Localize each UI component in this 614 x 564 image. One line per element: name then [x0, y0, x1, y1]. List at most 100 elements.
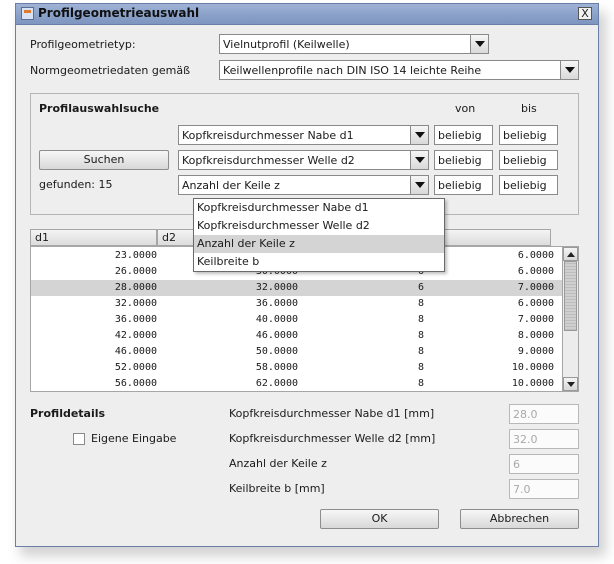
close-button[interactable]: X: [578, 7, 592, 20]
dropdown-option[interactable]: Kopfkreisdurchmesser Nabe d1: [194, 199, 444, 217]
criterion-von-3[interactable]: beliebig: [434, 175, 493, 195]
profile-type-select[interactable]: Vielnutprofil (Keilwelle): [219, 34, 489, 54]
scroll-up-icon[interactable]: [563, 247, 578, 261]
table-cell-d2: 32.0000: [255, 282, 298, 293]
criterion-value-3: Anzahl der Keile z: [182, 179, 280, 192]
table-cell-b: 6.0000: [517, 250, 554, 261]
table-row[interactable]: 28.0000 32.0000 6 7.0000: [31, 280, 562, 296]
search-button[interactable]: Suchen: [39, 150, 169, 170]
dropdown-option[interactable]: Keilbreite b: [194, 253, 444, 271]
table-cell-d2: 62.0000: [255, 378, 298, 389]
table-row[interactable]: 42.0000 46.0000 8 8.0000: [31, 328, 562, 344]
chevron-down-icon[interactable]: [410, 126, 428, 144]
table-cell-b: 7.0000: [517, 314, 554, 325]
norm-value: Keilwellenprofile nach DIN ISO 14 leicht…: [223, 64, 482, 77]
table-cell-d1: 46.0000: [114, 346, 157, 357]
chevron-down-icon[interactable]: [560, 61, 578, 79]
criterion-von-2[interactable]: beliebig: [434, 150, 493, 170]
table-cell-z: 8: [417, 330, 424, 341]
norm-select[interactable]: Keilwellenprofile nach DIN ISO 14 leicht…: [219, 60, 579, 80]
profile-type-value: Vielnutprofil (Keilwelle): [223, 38, 350, 51]
criterion-bis-value-3: beliebig: [503, 179, 547, 192]
table-cell-d2: 46.0000: [255, 330, 298, 341]
chevron-down-icon[interactable]: [470, 35, 488, 53]
dropdown-option[interactable]: Kopfkreisdurchmesser Welle d2: [194, 217, 444, 235]
detail-field-z: 6: [509, 454, 579, 474]
criterion-select-1[interactable]: Kopfkreisdurchmesser Nabe d1: [178, 125, 429, 145]
detail-value-b: 7.0: [513, 483, 531, 496]
table-cell-d1: 28.0000: [114, 282, 157, 293]
ok-button[interactable]: OK: [320, 509, 439, 529]
table-cell-d1: 32.0000: [114, 298, 157, 309]
table-row[interactable]: 36.0000 40.0000 8 7.0000: [31, 312, 562, 328]
criterion-von-value-3: beliebig: [438, 179, 482, 192]
table-row[interactable]: 46.0000 50.0000 8 9.0000: [31, 344, 562, 360]
detail-value-z: 6: [513, 458, 520, 471]
criterion-select-3[interactable]: Anzahl der Keile z: [178, 175, 429, 195]
table-cell-b: 7.0000: [517, 282, 554, 293]
criterion-bis-1[interactable]: beliebig: [499, 125, 558, 145]
scroll-thumb[interactable]: [564, 261, 577, 331]
criterion-bis-3[interactable]: beliebig: [499, 175, 558, 195]
table-cell-d2: 50.0000: [255, 346, 298, 357]
criterion-value-1: Kopfkreisdurchmesser Nabe d1: [182, 129, 354, 142]
table-cell-b: 6.0000: [517, 266, 554, 277]
dropdown-option-selected[interactable]: Anzahl der Keile z: [194, 235, 444, 253]
window-title: Profilgeometrieauswahl: [38, 6, 200, 20]
dialog-window: Profilgeometrieauswahl X Profilgeometrie…: [15, 3, 599, 547]
custom-input-label: Eigene Eingabe: [91, 432, 177, 445]
table-cell-d2: 36.0000: [255, 298, 298, 309]
criterion-von-value-1: beliebig: [438, 129, 482, 142]
detail-value-d1: 28.0: [513, 408, 538, 421]
title-bar[interactable]: Profilgeometrieauswahl X: [16, 4, 598, 25]
table-cell-z: 8: [417, 314, 424, 325]
table-cell-b: 10.0000: [511, 378, 554, 389]
table-cell-d2: 58.0000: [255, 362, 298, 373]
criterion-select-2[interactable]: Kopfkreisdurchmesser Welle d2: [178, 150, 429, 170]
table-cell-z: 8: [417, 298, 424, 309]
table-cell-z: 6: [417, 282, 424, 293]
detail-value-d2: 32.0: [513, 433, 538, 446]
chevron-down-icon[interactable]: [410, 176, 428, 194]
table-cell-d1: 56.0000: [114, 378, 157, 389]
criterion-value-2: Kopfkreisdurchmesser Welle d2: [182, 154, 355, 167]
chevron-down-icon[interactable]: [410, 151, 428, 169]
cancel-button[interactable]: Abbrechen: [460, 509, 579, 529]
detail-label-d1: Kopfkreisdurchmesser Nabe d1 [mm]: [229, 407, 435, 420]
criterion-von-1[interactable]: beliebig: [434, 125, 493, 145]
table-row[interactable]: 56.0000 62.0000 8 10.0000: [31, 376, 562, 391]
von-label: von: [455, 102, 476, 115]
table-row[interactable]: 52.0000 58.0000 8 10.0000: [31, 360, 562, 376]
table-cell-b: 8.0000: [517, 330, 554, 341]
table-cell-b: 6.0000: [517, 298, 554, 309]
table-cell-z: 8: [417, 346, 424, 357]
detail-field-d1: 28.0: [509, 404, 579, 424]
criterion-dropdown-list: Kopfkreisdurchmesser Nabe d1 Kopfkreisdu…: [193, 198, 445, 272]
table-cell-b: 10.0000: [511, 362, 554, 373]
detail-label-d2: Kopfkreisdurchmesser Welle d2 [mm]: [229, 432, 436, 445]
table-cell-d1: 52.0000: [114, 362, 157, 373]
table-cell-d2: 40.0000: [255, 314, 298, 325]
criterion-von-value-2: beliebig: [438, 154, 482, 167]
column-header-d1[interactable]: d1: [30, 229, 157, 246]
criterion-bis-2[interactable]: beliebig: [499, 150, 558, 170]
scroll-down-icon[interactable]: [563, 377, 578, 391]
vertical-scrollbar[interactable]: [562, 247, 578, 391]
table-cell-d1: 26.0000: [114, 266, 157, 277]
bis-label: bis: [521, 102, 537, 115]
app-icon: [21, 7, 34, 20]
search-group-title: Profilauswahlsuche: [39, 102, 160, 115]
table-row[interactable]: 32.0000 36.0000 8 6.0000: [31, 296, 562, 312]
profile-type-label: Profilgeometrietyp:: [30, 38, 136, 51]
custom-input-checkbox[interactable]: [73, 433, 85, 445]
table-cell-d1: 23.0000: [114, 250, 157, 261]
table-cell-d1: 42.0000: [114, 330, 157, 341]
detail-label-z: Anzahl der Keile z: [229, 457, 327, 470]
table-cell-d1: 36.0000: [114, 314, 157, 325]
table-cell-z: 8: [417, 362, 424, 373]
criterion-bis-value-1: beliebig: [503, 129, 547, 142]
norm-label: Normgeometriedaten gemäß: [30, 64, 191, 77]
table-cell-b: 9.0000: [517, 346, 554, 357]
detail-label-b: Keilbreite b [mm]: [229, 482, 325, 495]
detail-field-b: 7.0: [509, 479, 579, 499]
